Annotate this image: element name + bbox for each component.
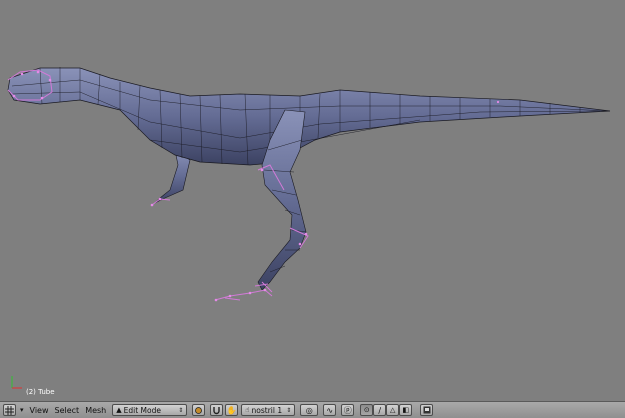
edge-select-icon[interactable]: ∕ [373,404,387,416]
mode-dropdown[interactable]: ▲ Edit Mode ⇕ [112,404,188,416]
layer-field-label: nostril 1 [251,405,283,415]
dinosaur-mesh[interactable] [0,0,625,401]
menu-select[interactable]: Select [55,406,80,415]
layer-field[interactable]: ☝ nostril 1 ⇕ [241,404,296,416]
menu-view[interactable]: View [30,406,49,415]
snap-icon[interactable]: ∿ [323,404,337,416]
viewport-header: ▾ View Select Mesh ▲ Edit Mode ⇕ ✋ ☝ nos… [0,401,625,418]
face-select-icon[interactable]: △ [386,404,400,416]
dropdown-arrows-icon: ⇕ [178,406,184,414]
hand-pointer-icon: ☝ [245,406,250,414]
layer-arrows-icon: ⇕ [286,406,292,414]
3d-viewport[interactable]: (2) Tube [0,0,625,401]
magnet-icon[interactable] [210,404,224,416]
pivot-icon[interactable] [192,404,206,416]
hand-icon[interactable]: ✋ [225,404,239,416]
menu-mesh[interactable]: Mesh [85,406,106,415]
edit-mode-icon: ▲ [116,406,122,414]
proportional-icon[interactable]: ◎ [300,404,319,416]
occlude-icon[interactable]: ◧ [399,404,413,416]
grid-icon[interactable] [3,404,16,416]
render-icon[interactable] [420,404,434,416]
object-label: (2) Tube [26,388,55,396]
lasso-icon[interactable]: ⓟ [341,404,355,416]
vertex-select-icon[interactable]: ⊙ [360,404,374,416]
collapse-arrow-icon[interactable]: ▾ [20,406,24,414]
mode-label: Edit Mode [123,405,161,415]
axis-gizmo-icon [11,376,22,389]
body-mesh [7,67,611,166]
